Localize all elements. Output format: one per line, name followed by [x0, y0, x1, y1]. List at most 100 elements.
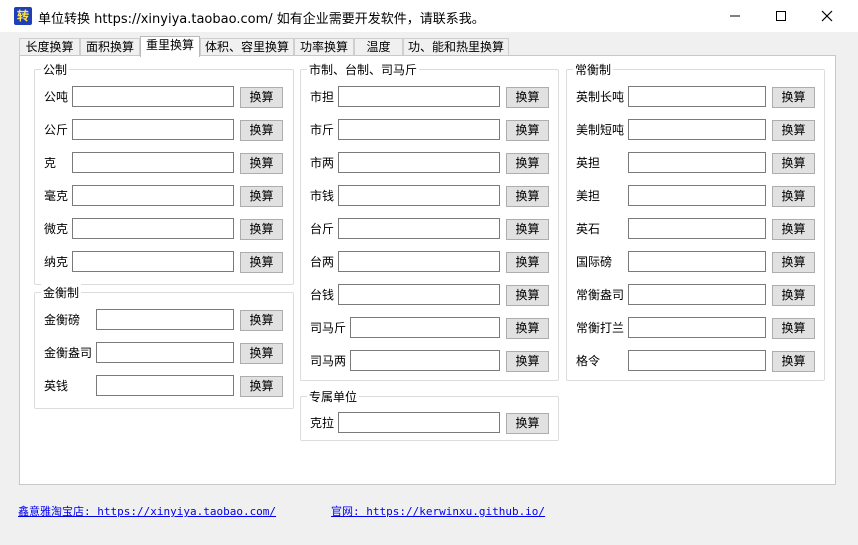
unit-label: 格令: [576, 354, 601, 368]
unit-value-input[interactable]: [72, 119, 234, 140]
unit-value-input[interactable]: [338, 284, 500, 305]
tab-volume[interactable]: 体积、容里换算: [200, 38, 294, 56]
convert-button[interactable]: 换算: [772, 186, 815, 207]
convert-button[interactable]: 换算: [240, 310, 283, 331]
convert-button[interactable]: 换算: [506, 186, 549, 207]
unit-value-input[interactable]: [72, 218, 234, 239]
unit-label: 英钱: [44, 379, 69, 393]
unit-label: 市担: [310, 90, 335, 104]
tab-weight[interactable]: 重里换算: [140, 36, 200, 57]
unit-label: 台两: [310, 255, 335, 269]
unit-value-input[interactable]: [628, 119, 766, 140]
unit-value-input[interactable]: [72, 86, 234, 107]
convert-button[interactable]: 换算: [772, 252, 815, 273]
convert-button[interactable]: 换算: [772, 153, 815, 174]
unit-value-input[interactable]: [338, 218, 500, 239]
unit-value-input[interactable]: [628, 152, 766, 173]
unit-value-input[interactable]: [96, 309, 234, 330]
close-icon: [821, 10, 833, 22]
unit-value-input[interactable]: [628, 317, 766, 338]
convert-button[interactable]: 换算: [772, 120, 815, 141]
unit-value-input[interactable]: [338, 412, 500, 433]
unit-value-input[interactable]: [72, 185, 234, 206]
convert-button[interactable]: 换算: [506, 252, 549, 273]
unit-value-input[interactable]: [338, 86, 500, 107]
unit-label: 美担: [576, 189, 601, 203]
convert-button[interactable]: 换算: [772, 285, 815, 306]
unit-label: 金衡磅: [44, 313, 81, 327]
unit-value-input[interactable]: [350, 317, 500, 338]
unit-value-input[interactable]: [338, 119, 500, 140]
minimize-icon: [730, 15, 740, 17]
convert-button[interactable]: 换算: [506, 318, 549, 339]
site-link[interactable]: 官网: https://kerwinxu.github.io/: [331, 503, 545, 519]
group-title: 常衡制: [573, 61, 614, 78]
convert-button[interactable]: 换算: [240, 376, 283, 397]
convert-button[interactable]: 换算: [772, 219, 815, 240]
convert-button[interactable]: 换算: [240, 219, 283, 240]
convert-button[interactable]: 换算: [506, 87, 549, 108]
unit-value-input[interactable]: [72, 152, 234, 173]
unit-value-input[interactable]: [338, 152, 500, 173]
unit-label: 司马斤: [310, 321, 347, 335]
unit-label: 常衡盎司: [576, 288, 625, 302]
unit-label: 公斤: [44, 123, 69, 137]
shop-link[interactable]: 鑫意雅淘宝店: https://xinyiya.taobao.com/: [18, 503, 276, 519]
unit-value-input[interactable]: [628, 251, 766, 272]
group-title: 公制: [41, 61, 70, 78]
tab-area[interactable]: 面积换算: [80, 38, 140, 56]
convert-button[interactable]: 换算: [772, 351, 815, 372]
convert-button[interactable]: 换算: [240, 186, 283, 207]
convert-button[interactable]: 换算: [772, 318, 815, 339]
convert-button[interactable]: 换算: [240, 343, 283, 364]
convert-button[interactable]: 换算: [772, 87, 815, 108]
convert-button[interactable]: 换算: [240, 120, 283, 141]
group-title: 专属单位: [307, 388, 360, 405]
unit-value-input[interactable]: [628, 86, 766, 107]
group-title: 市制、台制、司马斤: [307, 61, 420, 78]
unit-value-input[interactable]: [628, 284, 766, 305]
unit-label: 微克: [44, 222, 69, 236]
maximize-button[interactable]: [758, 0, 804, 32]
convert-button[interactable]: 换算: [240, 252, 283, 273]
unit-value-input[interactable]: [96, 375, 234, 396]
unit-value-input[interactable]: [628, 218, 766, 239]
maximize-icon: [776, 11, 786, 21]
unit-label: 金衡盎司: [44, 346, 93, 360]
unit-value-input[interactable]: [628, 185, 766, 206]
unit-label: 英担: [576, 156, 601, 170]
unit-label: 司马两: [310, 354, 347, 368]
unit-value-input[interactable]: [96, 342, 234, 363]
unit-value-input[interactable]: [72, 251, 234, 272]
convert-button[interactable]: 换算: [506, 351, 549, 372]
tab-length[interactable]: 长度换算: [19, 38, 80, 56]
convert-button[interactable]: 换算: [240, 87, 283, 108]
unit-label: 台钱: [310, 288, 335, 302]
window-title: 单位转换 https://xinyiya.taobao.com/ 如有企业需要开…: [38, 12, 485, 27]
convert-button[interactable]: 换算: [506, 285, 549, 306]
unit-label: 英制长吨: [576, 90, 625, 104]
unit-value-input[interactable]: [350, 350, 500, 371]
unit-label: 美制短吨: [576, 123, 625, 137]
unit-label: 毫克: [44, 189, 69, 203]
unit-value-input[interactable]: [628, 350, 766, 371]
close-button[interactable]: [804, 0, 850, 32]
tab-panel: 公制 金衡制 市制、台制、司马斤 专属单位 常衡制 公吨 换算 公斤 换算克换算 毫克换…: [19, 55, 836, 485]
group-title: 金衡制: [41, 284, 82, 301]
unit-label: 纳克: [44, 255, 69, 269]
convert-button[interactable]: 换算: [506, 153, 549, 174]
tab-power[interactable]: 功率换算: [294, 38, 354, 56]
convert-button[interactable]: 换算: [506, 413, 549, 434]
unit-label: 市两: [310, 156, 335, 170]
unit-value-input[interactable]: [338, 185, 500, 206]
unit-value-input[interactable]: [338, 251, 500, 272]
tab-temperature[interactable]: 温度: [354, 38, 403, 56]
convert-button[interactable]: 换算: [240, 153, 283, 174]
convert-button[interactable]: 换算: [506, 120, 549, 141]
title-bar: 转 单位转换 https://xinyiya.taobao.com/ 如有企业需…: [0, 0, 858, 32]
app-icon: 转: [14, 7, 32, 25]
minimize-button[interactable]: [712, 0, 758, 32]
unit-label: 台斤: [310, 222, 335, 236]
tab-energy[interactable]: 功、能和热里换算: [403, 38, 509, 56]
convert-button[interactable]: 换算: [506, 219, 549, 240]
